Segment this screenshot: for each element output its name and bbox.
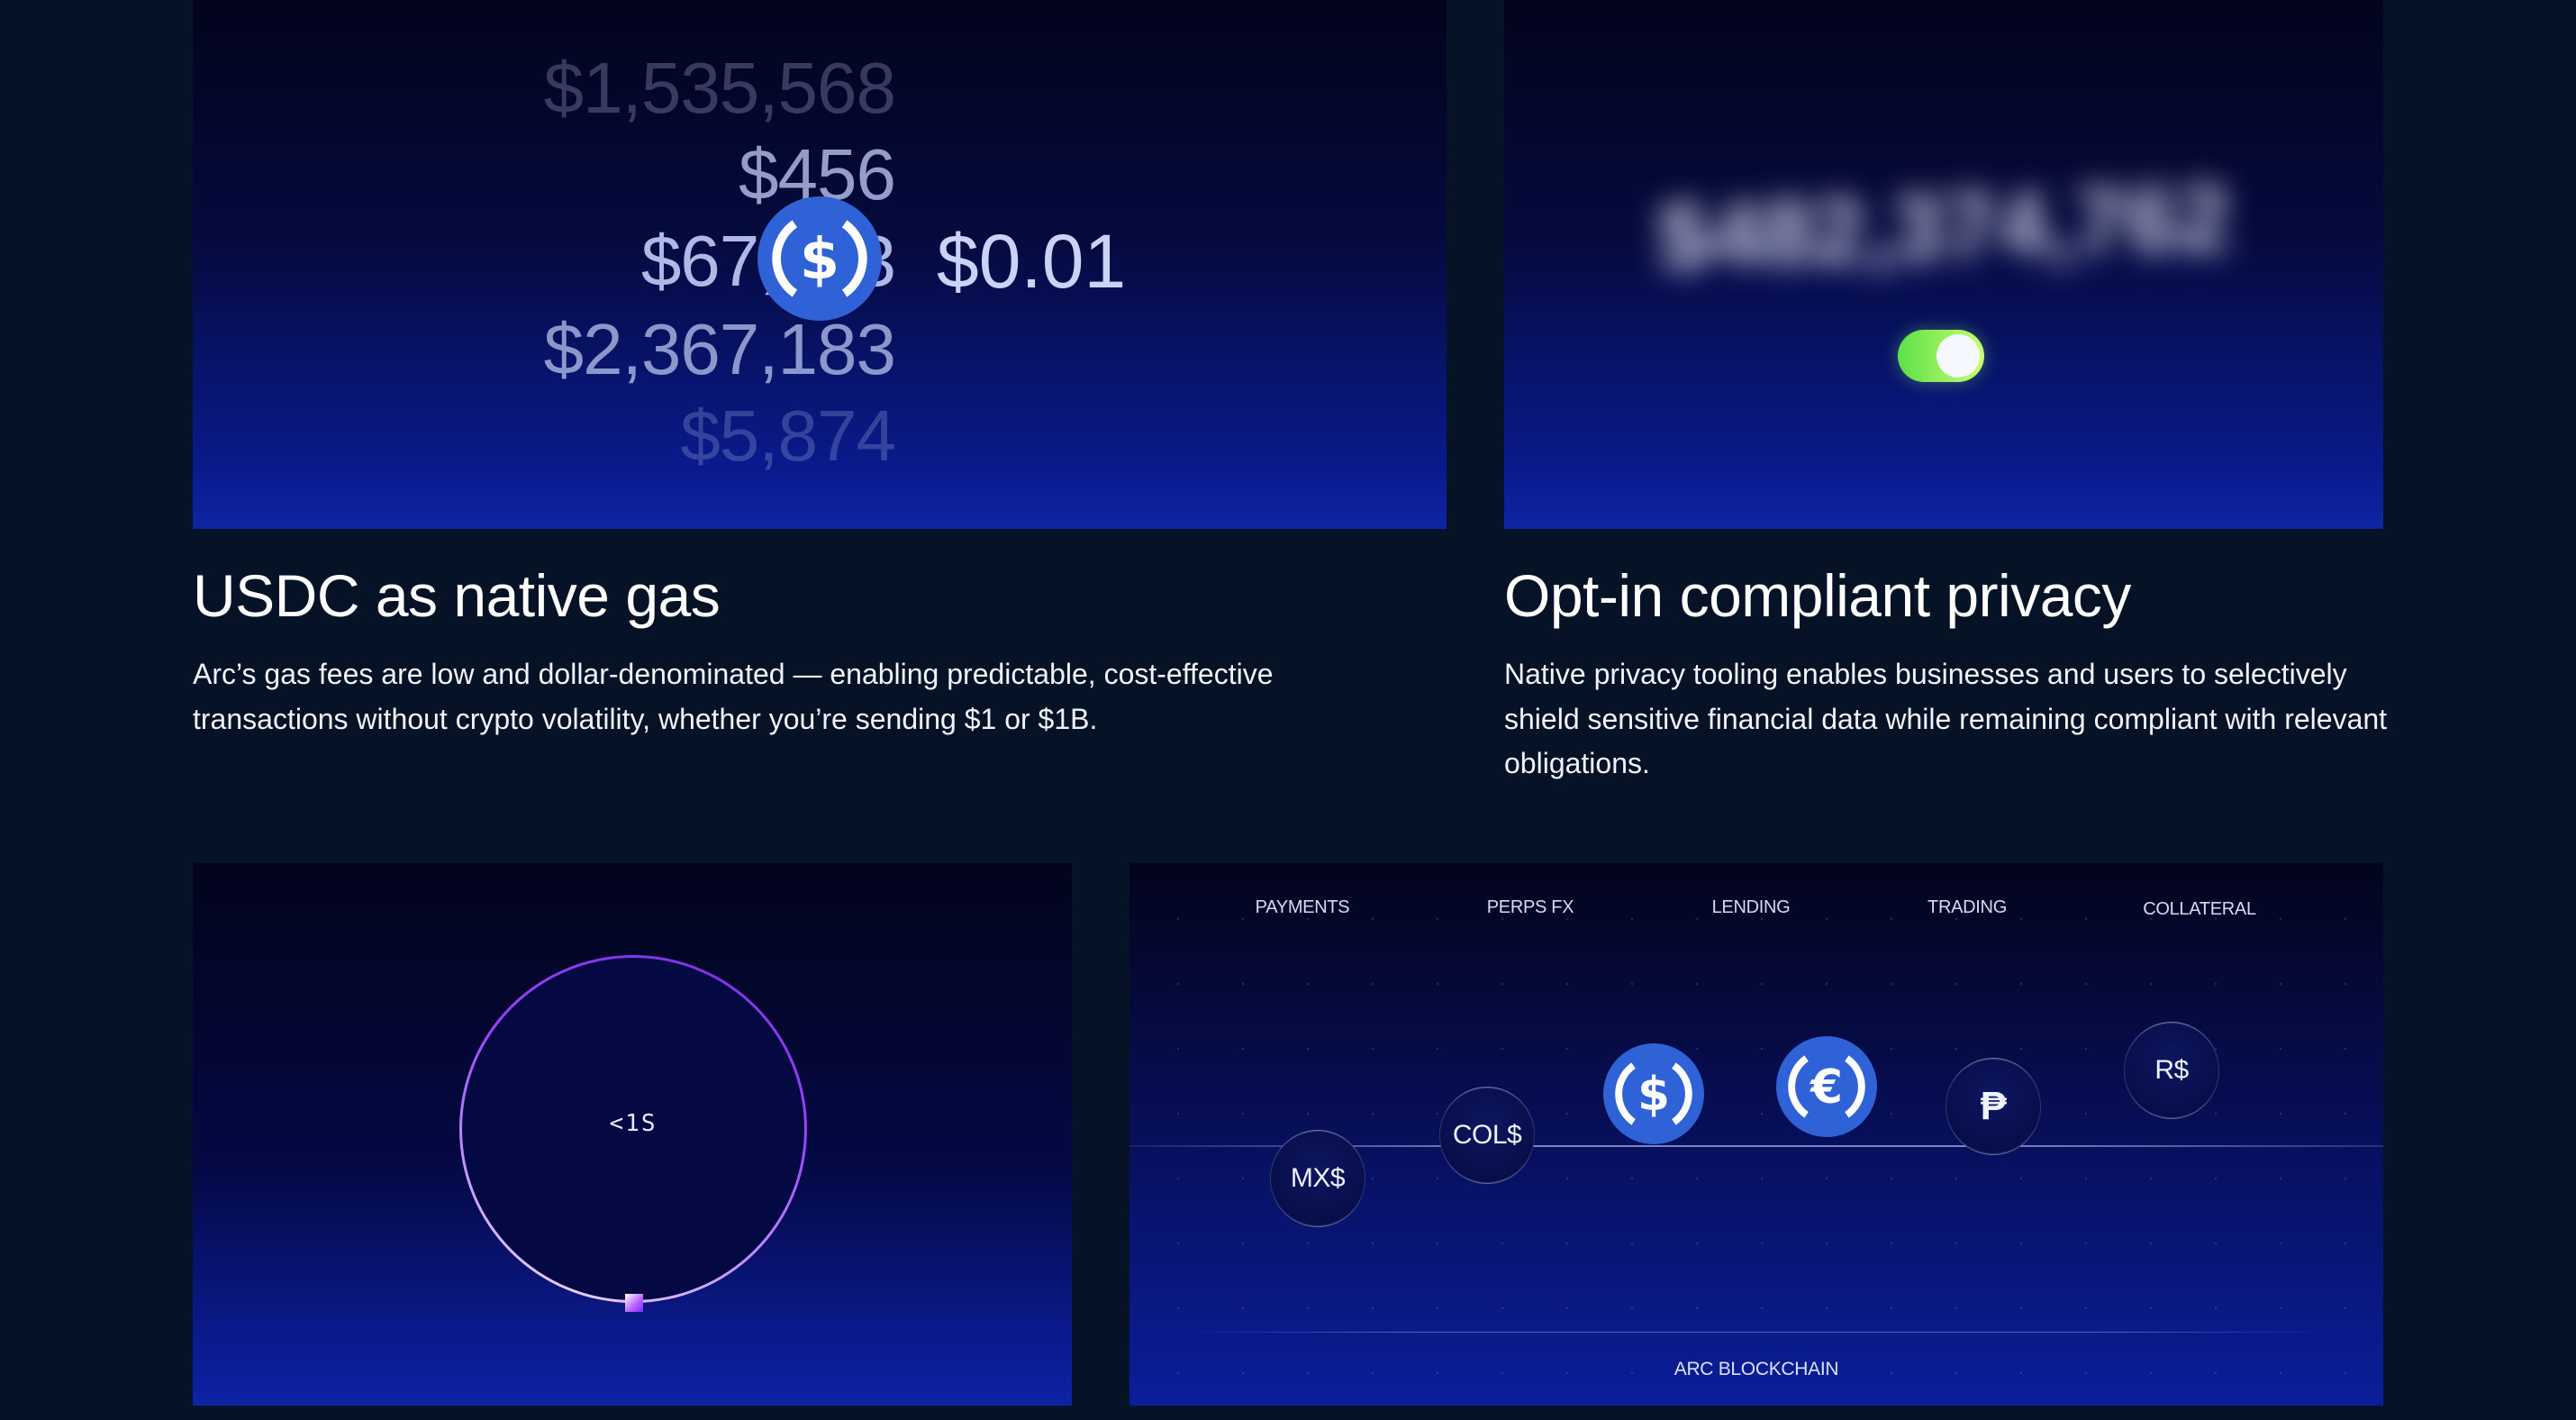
currency-bubble-cop: COL$ (1439, 1087, 1535, 1184)
use-cases-card: PAYMENTS PERPS FX LENDING TRADING COLLAT… (1129, 863, 2383, 1406)
feature-title-privacy: Opt-in compliant privacy (1504, 562, 2131, 629)
amount-ticker-item: $2,367,183 (543, 309, 896, 389)
finality-card: <1S (193, 863, 1072, 1406)
use-case-label-perps-fx: PERPS FX (1486, 897, 1574, 917)
use-case-label-payments: PAYMENTS (1255, 897, 1350, 917)
blockchain-label: ARC BLOCKCHAIN (1673, 1359, 1839, 1379)
currency-bubble-mxn: MX$ (1270, 1130, 1365, 1227)
currency-bubble-php: ₱ (1946, 1058, 2041, 1155)
svg-text:$: $ (1637, 1068, 1670, 1122)
feature-title-gas: USDC as native gas (193, 562, 721, 629)
toggle-knob (1937, 334, 1980, 378)
use-case-label-trading: TRADING (1927, 897, 2007, 917)
currency-bubble-brl: R$ (2124, 1022, 2219, 1119)
svg-text:€: € (1810, 1060, 1843, 1115)
gas-price-value: $0.01 (937, 219, 1127, 304)
privacy-toggle[interactable] (1898, 330, 1984, 382)
amount-ticker-item: $5,874 (680, 396, 896, 476)
usdc-dollar-icon: $ (1603, 1043, 1704, 1144)
use-case-label-collateral: COLLATERAL (2143, 899, 2256, 919)
usdc-dollar-icon: $ (757, 196, 882, 321)
feature-description-gas: Arc’s gas fees are low and dollar-denomi… (193, 658, 1274, 735)
blockchain-base-line (1184, 1332, 2327, 1333)
feature-description-privacy: Native privacy tooling enables businesse… (1504, 658, 2388, 779)
blurred-balance: $482,374,762 (1655, 165, 2233, 290)
finality-time-label: <1S (609, 1110, 658, 1137)
finality-progress-marker (625, 1294, 643, 1312)
gas-fee-card: $1,535,568 $456 $67,453 $2,367,183 $5,87… (193, 0, 1447, 529)
amount-ticker-item: $1,535,568 (543, 48, 896, 128)
use-case-label-lending: LENDING (1711, 897, 1791, 917)
svg-text:$: $ (800, 225, 839, 292)
eurc-euro-icon: € (1776, 1036, 1877, 1137)
privacy-card: $482,374,762 (1504, 0, 2383, 529)
